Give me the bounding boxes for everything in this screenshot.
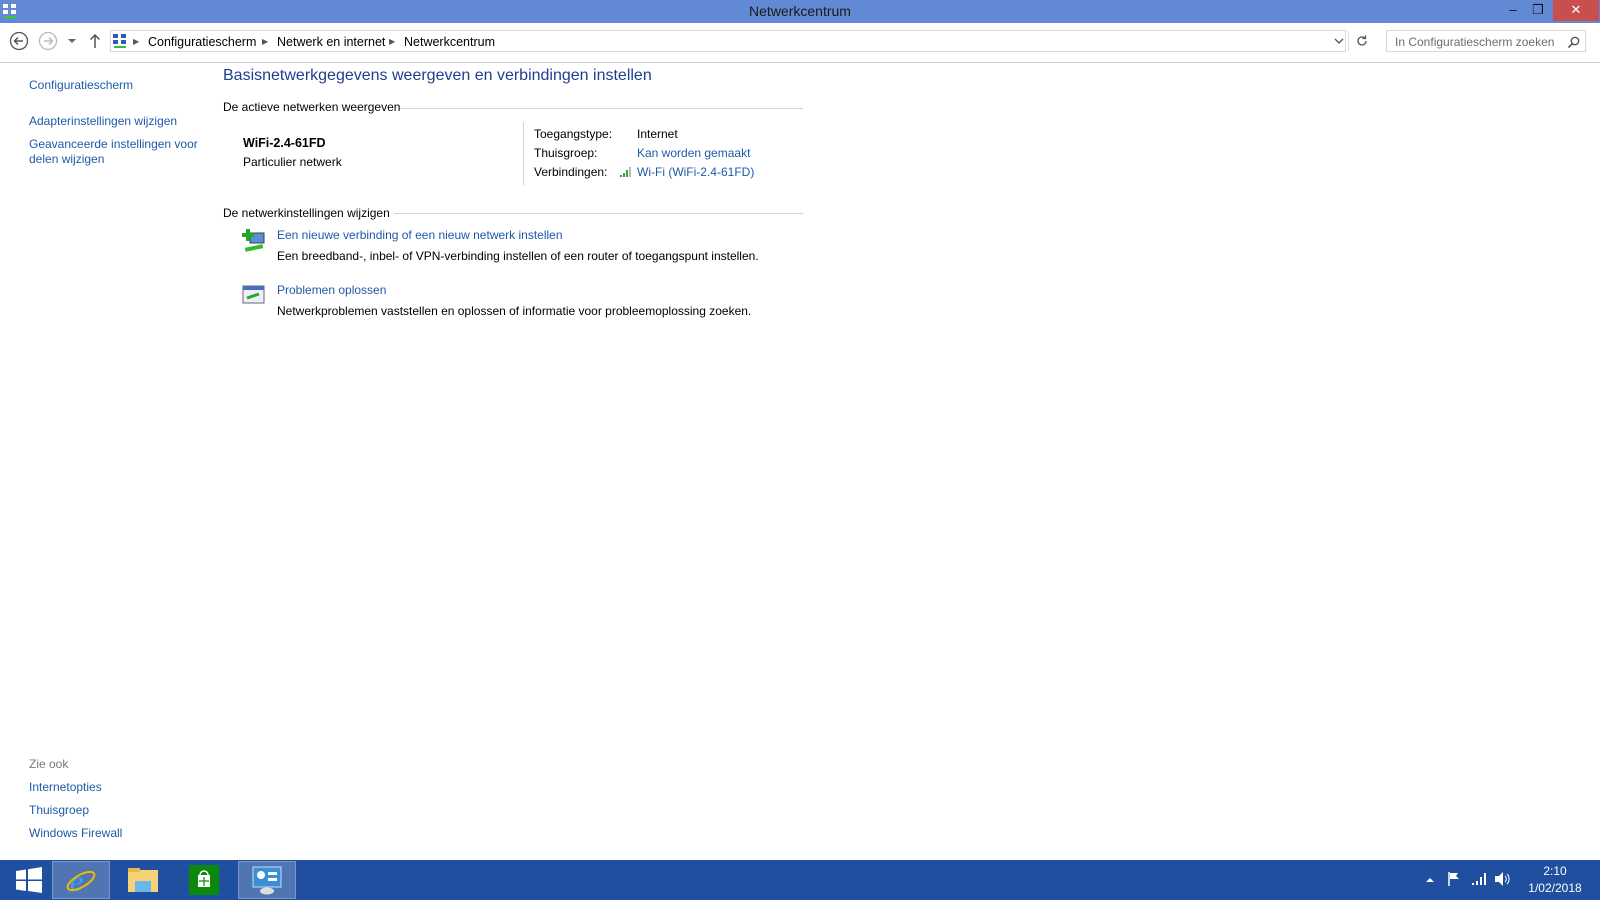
access-type-label: Toegangstype: xyxy=(534,127,613,141)
see-also-heading: Zie ook xyxy=(29,757,69,771)
wifi-signal-icon xyxy=(620,167,631,177)
new-connection-icon xyxy=(242,229,265,252)
store-icon xyxy=(189,865,219,895)
internet-explorer-icon: e xyxy=(66,865,96,896)
taskbar: e 2:10 1/02/2018 xyxy=(0,860,1600,900)
divider xyxy=(0,62,1600,63)
up-button[interactable] xyxy=(89,33,101,49)
address-bar[interactable]: ▶ Configuratiescherm ▶ Netwerk en intern… xyxy=(110,30,1367,52)
homegroup-link[interactable]: Kan worden gemaakt xyxy=(637,146,750,160)
title-bar: Netwerkcentrum – ❐ ✕ xyxy=(0,0,1600,23)
show-hidden-icons-button[interactable] xyxy=(1425,877,1435,883)
action-center-flag-icon[interactable] xyxy=(1447,871,1463,887)
divider xyxy=(523,122,524,185)
sidebar-link-configuratiescherm[interactable]: Configuratiescherm xyxy=(29,78,133,92)
volume-icon[interactable] xyxy=(1494,871,1512,887)
change-settings-heading: De netwerkinstellingen wijzigen xyxy=(223,206,390,220)
see-also-internetopties[interactable]: Internetopties xyxy=(29,780,102,794)
forward-button[interactable] xyxy=(38,31,58,51)
sidebar-link-adapterinstellingen[interactable]: Adapterinstellingen wijzigen xyxy=(29,114,177,128)
back-button[interactable] xyxy=(9,31,29,51)
network-type: Particulier netwerk xyxy=(243,155,342,169)
taskbar-internet-explorer[interactable]: e xyxy=(52,861,110,899)
control-panel-icon xyxy=(252,866,282,895)
breadcrumb-netwerk-en-internet[interactable]: Netwerk en internet xyxy=(277,35,385,49)
network-name: WiFi-2.4-61FD xyxy=(243,136,326,150)
troubleshoot-link[interactable]: Problemen oplossen xyxy=(277,283,386,297)
network-signal-icon[interactable] xyxy=(1471,871,1487,887)
new-connection-description: Een breedband-, inbel- of VPN-verbinding… xyxy=(277,249,759,263)
connections-label: Verbindingen: xyxy=(534,165,608,179)
address-dropdown-icon[interactable] xyxy=(1334,37,1344,45)
new-connection-link[interactable]: Een nieuwe verbinding of een nieuw netwe… xyxy=(277,228,563,242)
taskbar-control-panel[interactable] xyxy=(238,861,296,899)
taskbar-file-explorer[interactable] xyxy=(114,861,172,899)
control-panel-icon xyxy=(113,34,126,48)
windows-logo-icon xyxy=(16,867,42,893)
sidebar-link-geavanceerde-instellingen[interactable]: Geavanceerde instellingen voor delen wij… xyxy=(29,137,204,167)
divider xyxy=(394,213,803,214)
clock-date[interactable]: 1/02/2018 xyxy=(1520,881,1590,895)
window-title: Netwerkcentrum xyxy=(749,3,851,19)
close-button[interactable]: ✕ xyxy=(1553,0,1599,21)
taskbar-store[interactable] xyxy=(175,861,233,899)
connection-link[interactable]: Wi-Fi (WiFi-2.4-61FD) xyxy=(637,165,754,179)
start-button[interactable] xyxy=(0,861,58,899)
homegroup-label: Thuisgroep: xyxy=(534,146,598,160)
restore-button[interactable]: ❐ xyxy=(1523,0,1553,21)
troubleshoot-description: Netwerkproblemen vaststellen en oplossen… xyxy=(277,304,752,318)
active-networks-heading: De actieve netwerken weergeven xyxy=(223,100,401,114)
folder-icon xyxy=(128,868,158,892)
see-also-windows-firewall[interactable]: Windows Firewall xyxy=(29,826,122,840)
search-placeholder: In Configuratiescherm zoeken xyxy=(1395,35,1555,49)
divider xyxy=(400,108,803,109)
page-heading: Basisnetwerkgegevens weergeven en verbin… xyxy=(223,67,652,84)
recent-locations-dropdown[interactable] xyxy=(67,37,77,45)
troubleshoot-icon xyxy=(242,285,265,304)
refresh-icon[interactable] xyxy=(1355,34,1369,48)
search-input[interactable]: In Configuratiescherm zoeken xyxy=(1386,30,1586,52)
search-icon[interactable] xyxy=(1567,35,1581,49)
access-type-value: Internet xyxy=(637,127,678,141)
see-also-thuisgroep[interactable]: Thuisgroep xyxy=(29,803,89,817)
clock-time[interactable]: 2:10 xyxy=(1520,864,1590,878)
breadcrumb-configuratiescherm[interactable]: Configuratiescherm xyxy=(148,35,256,49)
breadcrumb-netwerkcentrum[interactable]: Netwerkcentrum xyxy=(404,35,495,49)
